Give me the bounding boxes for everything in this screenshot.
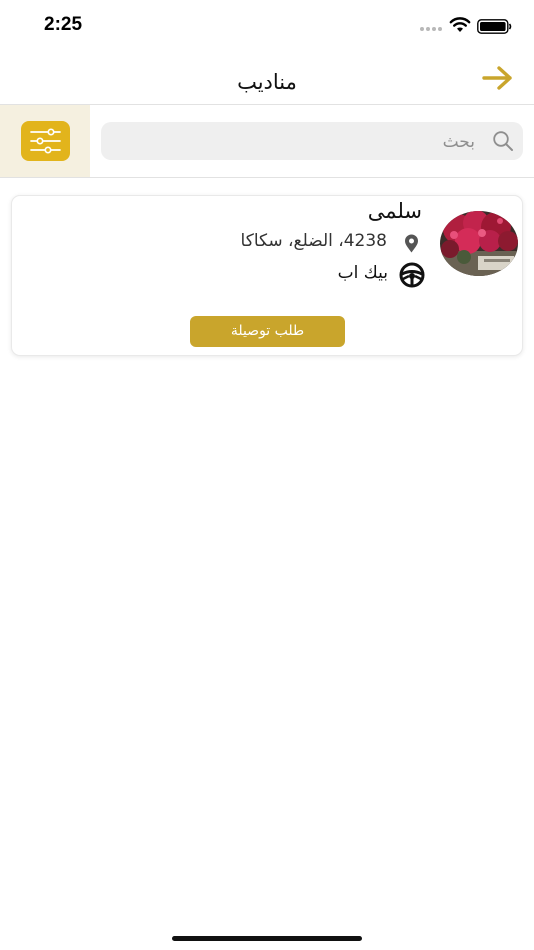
arrow-right-icon[interactable] bbox=[481, 65, 515, 91]
wifi-icon bbox=[449, 17, 471, 32]
steering-wheel-icon bbox=[399, 262, 425, 288]
driver-name: سلمى bbox=[367, 199, 422, 223]
status-time: 2:25 bbox=[44, 14, 83, 35]
driver-car-type: بيك اب bbox=[337, 263, 388, 283]
driver-card[interactable]: سلمى 4238، الضلع، سكاكا بيك اب طلب توصيل… bbox=[11, 195, 523, 356]
driver-address: 4238، الضلع، سكاكا bbox=[240, 231, 387, 251]
request-delivery-button[interactable]: طلب توصيلة bbox=[190, 316, 345, 347]
search-icon bbox=[493, 131, 513, 151]
sliders-icon bbox=[30, 128, 61, 154]
nav-bar: مناديب bbox=[0, 52, 534, 104]
location-pin-icon bbox=[405, 234, 418, 253]
search-input[interactable] bbox=[113, 122, 477, 162]
battery-icon bbox=[477, 19, 512, 34]
cellular-signal-icon bbox=[420, 27, 442, 31]
search-row bbox=[0, 104, 534, 178]
status-bar: 2:25 bbox=[0, 0, 534, 52]
page-title: مناديب bbox=[237, 70, 297, 94]
filter-button[interactable] bbox=[21, 121, 70, 161]
search-box bbox=[101, 122, 523, 162]
avatar bbox=[440, 211, 518, 276]
filter-panel bbox=[0, 105, 90, 177]
home-indicator[interactable] bbox=[172, 936, 362, 941]
